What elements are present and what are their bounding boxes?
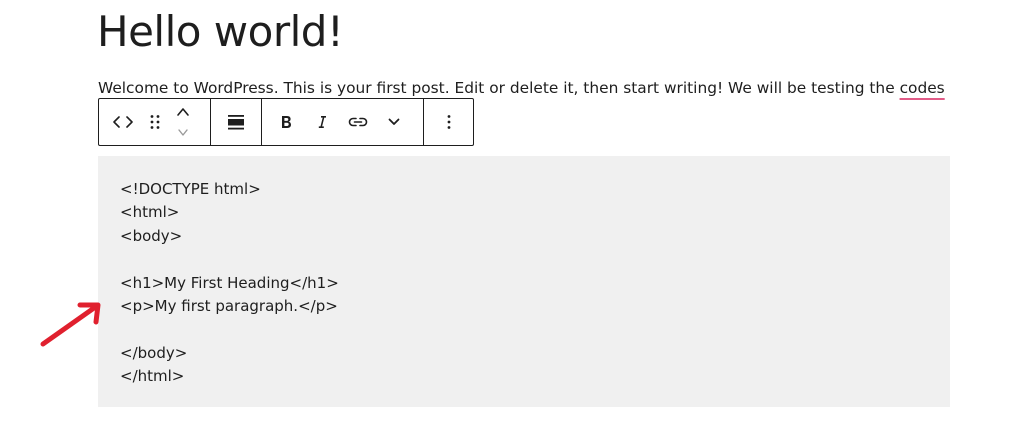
italic-button[interactable] [304,99,340,145]
code-line: <html> [120,203,180,222]
code-line: <!DOCTYPE html> [120,180,261,198]
italic-icon [318,116,327,128]
code-line: <body> [120,226,183,245]
options-button[interactable] [431,99,467,145]
more-rich-text-button[interactable] [376,99,412,145]
bold-button[interactable] [268,99,304,145]
code-icon [113,116,133,128]
chevron-up-icon [177,108,189,116]
block-toolbar [98,98,474,146]
chevron-down-icon [388,118,400,125]
annotation-arrow-icon [40,302,101,347]
drag-handle-icon [150,115,160,129]
intro-paragraph[interactable]: Welcome to WordPress. This is your first… [98,77,945,99]
code-line: </html> [120,367,185,386]
toolbar-group-options [424,99,473,145]
code-line: </body> [120,343,188,362]
more-vertical-icon [447,115,451,129]
chevron-down-icon [178,129,188,136]
align-button[interactable] [218,99,254,145]
intro-text: Welcome to WordPress. This is your first… [98,79,900,97]
link-icon [348,117,368,127]
move-down-button[interactable] [176,124,190,140]
link-button[interactable] [340,99,376,145]
editor-canvas: Hello world! Welcome to WordPress. This … [0,0,1024,442]
spellcheck-flagged-word[interactable]: codes [900,79,945,97]
post-title[interactable]: Hello world! [97,4,344,60]
drag-handle-button[interactable] [141,99,169,145]
block-type-button[interactable] [105,99,141,145]
toolbar-group-format [262,99,425,145]
toolbar-group-block [99,99,212,145]
code-line: <h1>My First Heading</h1> [120,273,339,292]
align-wide-icon [228,115,245,130]
move-up-button[interactable] [176,104,190,124]
toolbar-group-align [211,99,263,145]
code-block[interactable]: <!DOCTYPE html> <html> <body> <h1>My Fir… [98,156,950,407]
code-line: <p>My first paragraph.</p> [120,296,338,315]
bold-icon [282,116,292,128]
block-mover [169,99,197,145]
